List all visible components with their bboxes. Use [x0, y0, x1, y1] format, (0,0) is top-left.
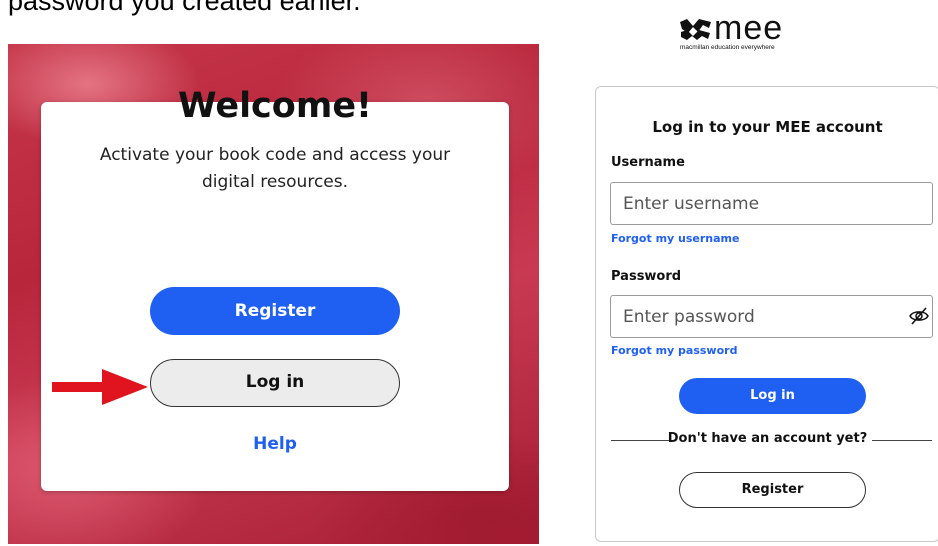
- mee-logo-icon: [680, 19, 711, 40]
- no-account-text: Don't have an account yet?: [667, 431, 868, 446]
- eye-slash-icon[interactable]: [909, 307, 929, 325]
- login-card: Log in to your MEE account Username Forg…: [595, 86, 938, 542]
- password-input[interactable]: [610, 295, 933, 338]
- welcome-description: Activate your book code and access your …: [99, 145, 451, 192]
- instruction-caption: password you created earlier.: [8, 0, 361, 16]
- mee-logo: mee macmillan education everywhere: [678, 9, 838, 56]
- register-button[interactable]: Register: [150, 287, 400, 335]
- username-input[interactable]: [610, 182, 933, 225]
- forgot-password-link[interactable]: Forgot my password: [611, 344, 737, 357]
- forgot-username-link[interactable]: Forgot my username: [611, 232, 739, 245]
- register-account-button[interactable]: Register: [679, 472, 866, 508]
- login-submit-button[interactable]: Log in: [679, 378, 866, 414]
- login-button[interactable]: Log in: [150, 359, 400, 407]
- login-title: Log in to your MEE account: [652, 118, 883, 136]
- help-link[interactable]: Help: [150, 434, 400, 454]
- password-label: Password: [611, 269, 682, 284]
- username-label: Username: [611, 155, 685, 170]
- divider-right: [872, 440, 932, 441]
- brand-tagline: macmillan education everywhere: [680, 44, 775, 51]
- welcome-title: Welcome!: [177, 86, 373, 126]
- red-arrow-icon: [52, 369, 148, 405]
- brand-name: mee: [714, 9, 784, 47]
